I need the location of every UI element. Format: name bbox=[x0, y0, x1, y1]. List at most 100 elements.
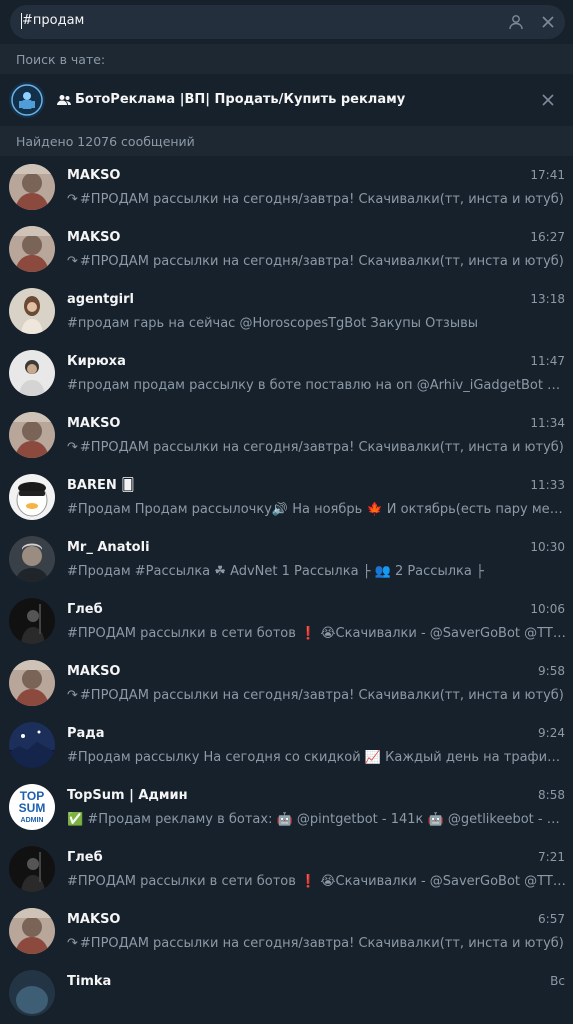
search-query[interactable]: #продам bbox=[20, 13, 84, 29]
sender-name: MAKSO bbox=[67, 912, 121, 927]
avatar bbox=[9, 722, 55, 768]
forward-icon: ↷ bbox=[67, 192, 78, 207]
sender-name: MAKSO bbox=[67, 230, 121, 245]
result-row[interactable]: MAKSO 9:58 ↷ #ПРОДАМ рассылки на сегодня/за… bbox=[0, 652, 573, 714]
message-preview: #Продам #Рассылка ☘ AdvNet 1 Рассылка ├ … bbox=[67, 564, 567, 579]
avatar bbox=[9, 288, 55, 334]
message-preview: ↷ #ПРОДАМ рассылки на сегодня/завтра! Ска… bbox=[67, 254, 567, 269]
message-text: #ПРОДАМ рассылки в сети ботов ❗ 😭Скачива… bbox=[67, 874, 567, 889]
avatar bbox=[9, 350, 55, 396]
message-preview: #продам продам рассылку в боте поставлю … bbox=[67, 378, 567, 393]
message-time: 16:27 bbox=[530, 230, 565, 244]
message-time: 11:34 bbox=[530, 416, 565, 430]
message-time: 9:58 bbox=[538, 664, 565, 678]
message-preview: ↷ #ПРОДАМ рассылки на сегодня/завтра! Ска… bbox=[67, 936, 567, 951]
result-row[interactable]: MAKSO 16:27 ↷ #ПРОДАМ рассылки на сегодня/з… bbox=[0, 218, 573, 280]
result-row[interactable]: MAKSO 11:34 ↷ #ПРОДАМ рассылки на сегодня/з… bbox=[0, 404, 573, 466]
message-text: #ПРОДАМ рассылки на сегодня/завтра! Скач… bbox=[79, 936, 564, 951]
message-text: #Продам #Рассылка ☘ AdvNet 1 Рассылка ├ … bbox=[67, 564, 484, 579]
sender-name: Глеб bbox=[67, 602, 103, 617]
message-time: 6:57 bbox=[538, 912, 565, 926]
message-preview: ↷ #ПРОДАМ рассылки на сегодня/завтра! Ска… bbox=[67, 192, 567, 207]
result-row[interactable]: BAREN 🂠 11:33 #Продам Продам рассылочку🔊 Н… bbox=[0, 466, 573, 528]
sender-name: Timka bbox=[67, 974, 112, 989]
forward-icon: ↷ bbox=[67, 254, 78, 269]
message-time: 17:41 bbox=[530, 168, 565, 182]
avatar bbox=[9, 412, 55, 458]
forward-icon: ↷ bbox=[67, 688, 78, 703]
sender-name: agentgirl bbox=[67, 292, 134, 307]
message-time: 10:06 bbox=[530, 602, 565, 616]
message-preview: ↷ #ПРОДАМ рассылки на сегодня/завтра! Ска… bbox=[67, 688, 567, 703]
message-time: 10:30 bbox=[530, 540, 565, 554]
message-text: #ПРОДАМ рассылки на сегодня/завтра! Скач… bbox=[79, 192, 564, 207]
chat-name: БотоРеклама |ВП| Продать/Купить рекламу bbox=[75, 92, 406, 107]
avatar bbox=[9, 474, 55, 520]
message-text: #Продам Продам рассылочку🔊 На ноябрь 🍁 И… bbox=[67, 502, 567, 517]
svg-text:ADMIN: ADMIN bbox=[21, 817, 44, 824]
search-in-chat-label: Поиск в чате: bbox=[0, 44, 573, 74]
chat-filter[interactable]: БотоРеклама |ВП| Продать/Купить рекламу bbox=[0, 74, 573, 126]
avatar bbox=[9, 536, 55, 582]
sender-name: MAKSO bbox=[67, 416, 121, 431]
clear-search-icon[interactable] bbox=[540, 14, 556, 30]
message-text: #продам гарь на сейчас @HoroscopesTgBot … bbox=[67, 316, 479, 331]
results-count: Найдено 12076 сообщений bbox=[0, 126, 573, 156]
sender-name: TopSum | Админ bbox=[67, 788, 188, 803]
results-list: MAKSO 17:41 ↷ #ПРОДАМ рассылки на сегодня/з… bbox=[0, 156, 573, 1024]
message-text: #ПРОДАМ рассылки на сегодня/завтра! Скач… bbox=[79, 440, 564, 455]
avatar bbox=[9, 164, 55, 210]
result-row[interactable]: TOP SUM ADMIN TopSum | Админ 8:58 ✅ #Продам р… bbox=[0, 776, 573, 838]
forward-icon: ↷ bbox=[67, 936, 78, 951]
forward-icon: ↷ bbox=[67, 440, 78, 455]
message-time: 13:18 bbox=[530, 292, 565, 306]
message-text: #ПРОДАМ рассылки на сегодня/завтра! Скач… bbox=[79, 254, 564, 269]
sender-name: Глеб bbox=[67, 850, 103, 865]
sender-name: MAKSO bbox=[67, 664, 121, 679]
result-row[interactable]: MAKSO 6:57 ↷ #ПРОДАМ рассылки на сегодня/за… bbox=[0, 900, 573, 962]
result-row[interactable]: agentgirl 13:18 #продам гарь на сейчас @Ho… bbox=[0, 280, 573, 342]
avatar bbox=[9, 226, 55, 272]
message-time: 7:21 bbox=[538, 850, 565, 864]
message-time: 11:33 bbox=[530, 478, 565, 492]
message-preview: #Продам рассылку На сегодня со скидкой 📈… bbox=[67, 750, 567, 765]
sender-name: BAREN 🂠 bbox=[67, 478, 135, 493]
sender-name: MAKSO bbox=[67, 168, 121, 183]
sender-name: Кирюха bbox=[67, 354, 126, 369]
avatar bbox=[9, 660, 55, 706]
message-time: Вс bbox=[550, 974, 565, 988]
result-row[interactable]: Глеб 10:06 #ПРОДАМ рассылки в сети ботов ❗… bbox=[0, 590, 573, 652]
avatar bbox=[9, 970, 55, 1016]
result-row[interactable]: Кирюха 11:47 #продам продам рассылку в бот… bbox=[0, 342, 573, 404]
avatar bbox=[9, 846, 55, 892]
avatar bbox=[9, 908, 55, 954]
result-row[interactable]: MAKSO 17:41 ↷ #ПРОДАМ рассылки на сегодня/з… bbox=[0, 156, 573, 218]
result-row[interactable]: Глеб 7:21 #ПРОДАМ рассылки в сети ботов ❗ … bbox=[0, 838, 573, 900]
message-text: ✅ #Продам рекламу в ботах: 🤖 @pintgetbot… bbox=[67, 812, 567, 827]
sender-name: Рада bbox=[67, 726, 105, 741]
message-preview: #ПРОДАМ рассылки в сети ботов ❗ 😭Скачива… bbox=[67, 874, 567, 889]
search-input[interactable]: #продам bbox=[10, 5, 565, 39]
avatar: TOP SUM ADMIN bbox=[9, 784, 55, 830]
message-preview: ↷ #ПРОДАМ рассылки на сегодня/завтра! Ска… bbox=[67, 440, 567, 455]
message-text: #Продам рассылку На сегодня со скидкой 📈… bbox=[67, 750, 567, 765]
close-icon[interactable] bbox=[541, 93, 555, 107]
svg-text:SUM: SUM bbox=[19, 801, 46, 815]
group-icon bbox=[57, 95, 71, 105]
result-row[interactable]: Mr_ Anatoli 10:30 #Продам #Рассылка ☘ AdvN… bbox=[0, 528, 573, 590]
message-preview: ✅ #Продам рекламу в ботах: 🤖 @pintgetbot… bbox=[67, 812, 567, 827]
message-preview: #продам гарь на сейчас @HoroscopesTgBot … bbox=[67, 316, 567, 331]
message-preview: #Продам Продам рассылочку🔊 На ноябрь 🍁 И… bbox=[67, 502, 567, 517]
message-time: 8:58 bbox=[538, 788, 565, 802]
sender-name: Mr_ Anatoli bbox=[67, 540, 150, 555]
result-row[interactable]: Рада 9:24 #Продам рассылку На сегодня со с… bbox=[0, 714, 573, 776]
message-time: 11:47 bbox=[530, 354, 565, 368]
search-bar: #продам bbox=[0, 0, 573, 44]
message-text: #ПРОДАМ рассылки на сегодня/завтра! Скач… bbox=[79, 688, 564, 703]
message-text: #ПРОДАМ рассылки в сети ботов ❗ 😭Скачива… bbox=[67, 626, 567, 641]
result-row[interactable]: Timka Вс bbox=[0, 962, 573, 1024]
message-preview: #ПРОДАМ рассылки в сети ботов ❗ 😭Скачива… bbox=[67, 626, 567, 641]
user-filter-icon[interactable] bbox=[508, 14, 524, 30]
message-text: #продам продам рассылку в боте поставлю … bbox=[67, 378, 567, 393]
avatar bbox=[9, 598, 55, 644]
